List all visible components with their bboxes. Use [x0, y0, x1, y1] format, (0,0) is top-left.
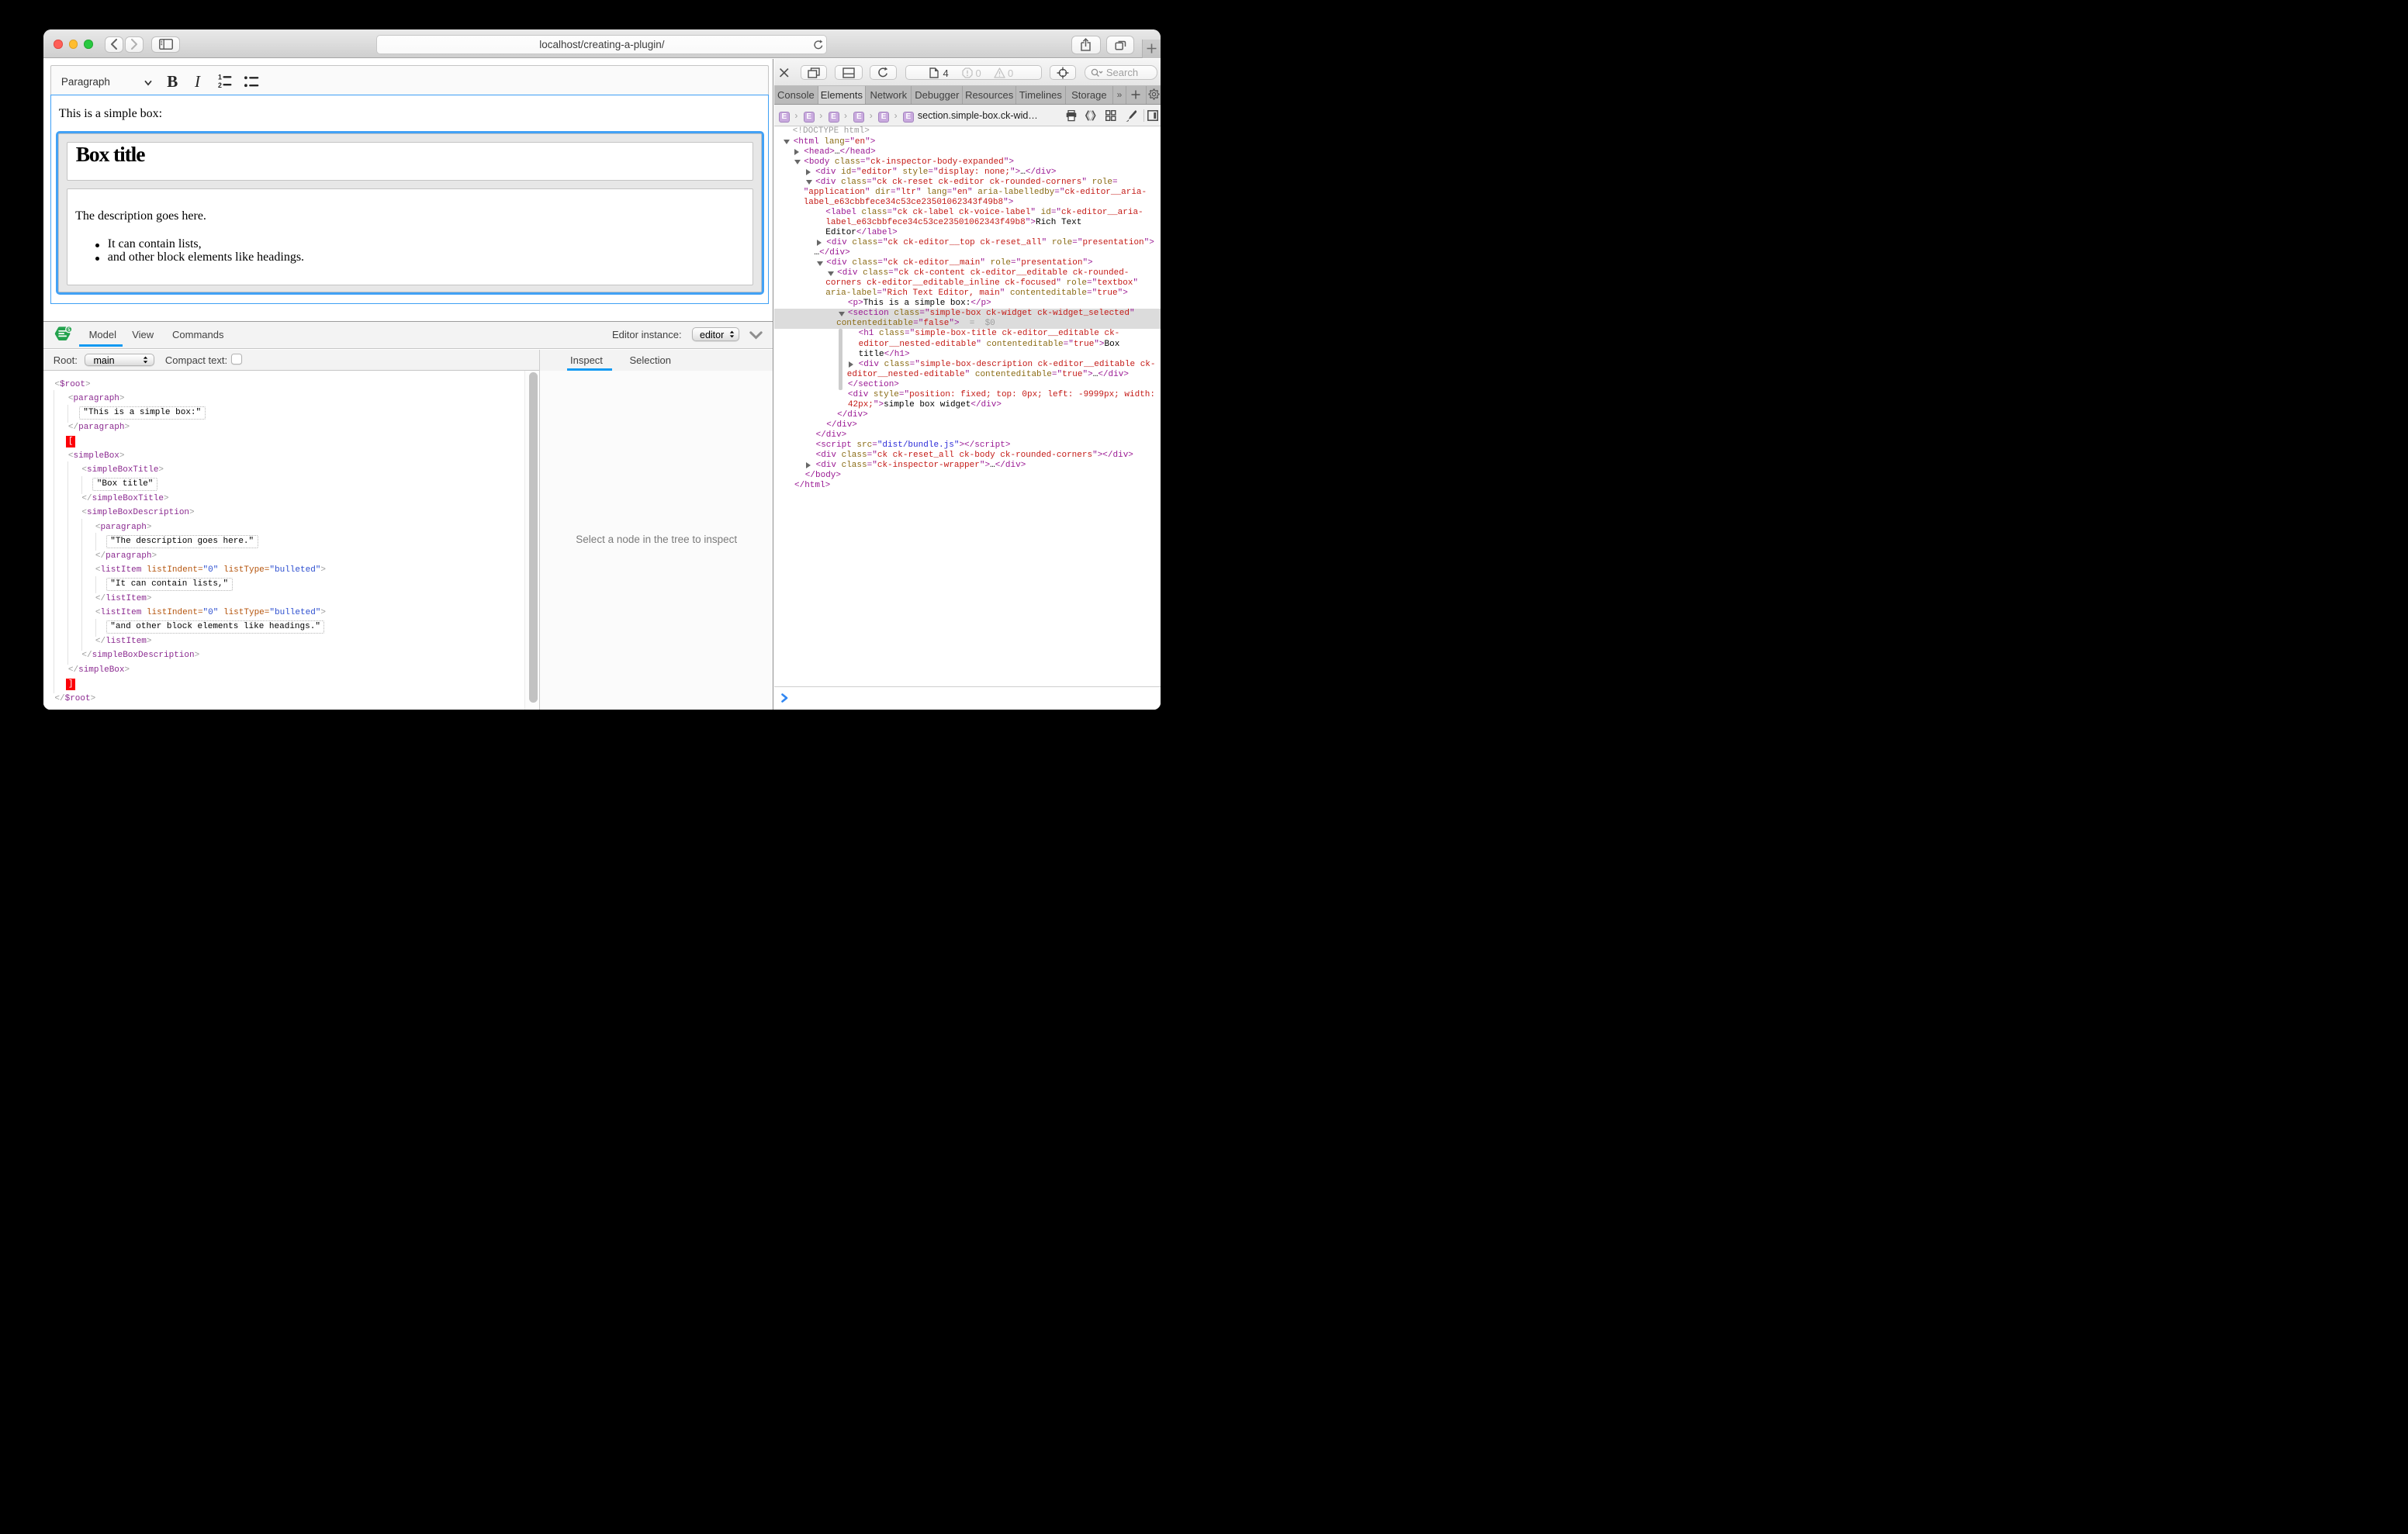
svg-text:5: 5: [67, 327, 71, 333]
svg-text:1: 1: [218, 74, 222, 81]
svg-text:2: 2: [218, 81, 222, 88]
